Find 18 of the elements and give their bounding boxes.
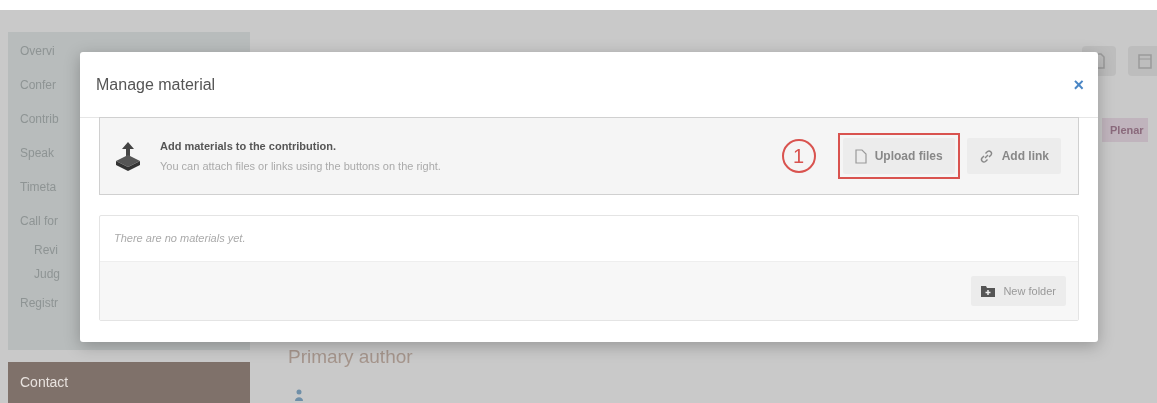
info-title: Add materials to the contribution.	[160, 139, 337, 154]
new-folder-button[interactable]: New folder	[971, 276, 1066, 306]
calendar-icon	[1138, 53, 1152, 69]
section-heading: Primary author	[288, 345, 413, 369]
session-tag: Plenar	[1102, 118, 1148, 142]
empty-message: There are no materials yet.	[114, 231, 246, 247]
modal-title: Manage material	[96, 74, 216, 95]
add-link-button[interactable]: Add link	[966, 138, 1061, 174]
step-marker: 1	[781, 139, 816, 173]
folder-plus-icon	[981, 285, 996, 297]
close-button[interactable]: ×	[1073, 75, 1084, 94]
upload-button[interactable]: Upload files	[842, 138, 955, 174]
sidebar-item[interactable]: Contact	[8, 362, 250, 403]
file-icon	[854, 148, 867, 164]
info-text: You can attach files or links using the buttons on the right.	[160, 158, 441, 174]
link-icon	[978, 148, 994, 164]
upload-icon	[114, 141, 142, 171]
user-icon	[295, 389, 303, 401]
